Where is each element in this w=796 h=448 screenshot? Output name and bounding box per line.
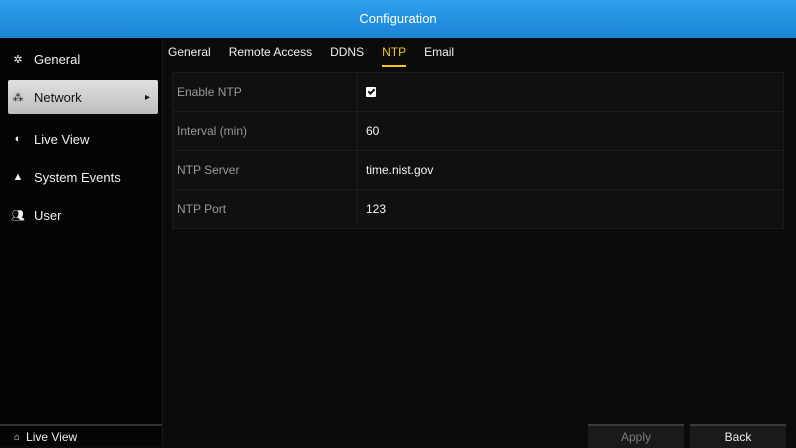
home-icon: ⌂ [14,431,21,443]
form-row-enable-ntp: Enable NTP [172,72,784,112]
tab-remote-access[interactable]: Remote Access [229,43,312,61]
tab-bar: General Remote Access DDNS NTP Email [162,38,796,67]
form-row-ntp-port: NTP Port 123 [172,190,784,229]
interval-label: Interval (min) [173,112,358,150]
sidebar-item-label: Live View [34,131,90,147]
users-icon: 👥︎ [11,209,25,222]
sidebar-item-label: Network [34,89,82,105]
form-row-ntp-server: NTP Server time.nist.gov [172,151,784,190]
title-bar: Configuration [0,0,796,38]
sidebar-item-user[interactable]: 👥︎ User [8,198,158,232]
chevron-right-icon: ▸ [144,91,150,103]
tab-general[interactable]: General [168,43,211,61]
sidebar-item-label: User [34,207,62,223]
gear-icon: ✲ [13,53,23,66]
interval-field[interactable]: 60 [358,112,783,150]
sidebar-item-label: System Events [34,169,121,185]
sidebar-item-live-view[interactable]: ◐ Live View [8,122,158,156]
window-title: Configuration [359,11,437,26]
enable-ntp-label: Enable NTP [173,73,358,111]
ntp-server-field[interactable]: time.nist.gov [358,151,783,189]
ntp-settings-panel: Enable NTP Interval (min) 60 NTP Server … [168,68,788,418]
live-view-button[interactable]: ⌂ Live View [0,424,162,448]
form-row-interval: Interval (min) 60 [172,112,784,151]
sidebar-item-general[interactable]: ✲ General [8,42,158,76]
network-icon: ⁂ [12,91,24,104]
sidebar-item-network[interactable]: ⁂ Network ▸ [8,80,158,114]
sidebar-item-label: General [34,51,81,67]
tab-ddns[interactable]: DDNS [330,43,364,61]
enable-ntp-checkbox[interactable] [366,87,376,97]
ntp-port-label: NTP Port [173,190,358,228]
sidebar-item-system-events[interactable]: ▲ System Events [8,160,158,194]
back-button[interactable]: Back [690,424,786,448]
ntp-server-label: NTP Server [173,151,358,189]
camera-icon: ◐ [14,133,22,145]
tab-email[interactable]: Email [424,43,454,61]
ntp-port-field[interactable]: 123 [358,190,783,228]
tab-ntp[interactable]: NTP [382,43,407,67]
sidebar: ✲ General ⁂ Network ▸ ◐ Live View ▲ Syst… [0,38,163,446]
warning-icon: ▲ [12,171,24,183]
apply-button[interactable]: Apply [588,424,684,448]
live-view-label: Live View [26,430,78,444]
